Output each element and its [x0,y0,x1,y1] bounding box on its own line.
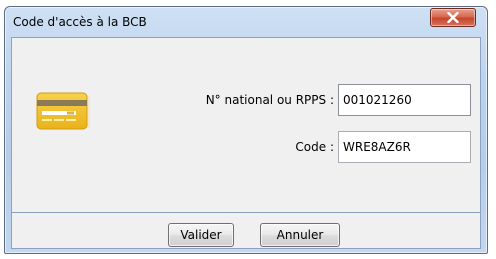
dialog-body: N° national ou RPPS : Code : [11,37,481,213]
credit-card-icon [36,92,92,132]
close-icon [447,12,459,23]
validate-button[interactable]: Valider [168,223,234,247]
code-label: Code : [295,140,334,154]
cancel-button[interactable]: Annuler [260,223,340,247]
window-title: Code d'accès à la BCB [13,15,147,29]
access-code-dialog: Code d'accès à la BCB N° national ou RPP… [4,6,488,254]
rpps-input[interactable] [338,84,471,116]
button-bar: Valider Annuler [11,213,481,249]
close-button[interactable] [430,8,476,27]
code-input[interactable] [338,131,471,163]
rpps-label: N° national ou RPPS : [205,93,334,107]
title-bar[interactable]: Code d'accès à la BCB [5,7,487,37]
